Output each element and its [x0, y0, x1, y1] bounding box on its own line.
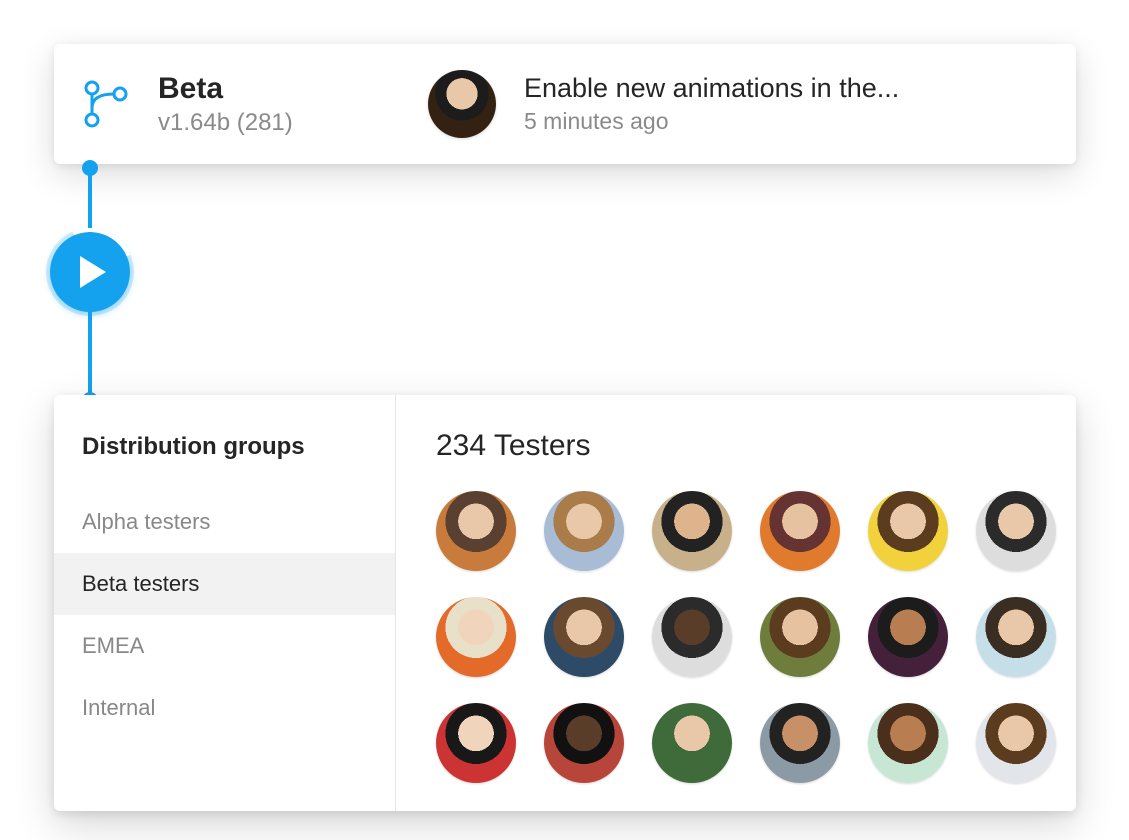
tester-avatar[interactable] — [760, 491, 840, 571]
tester-avatar[interactable] — [976, 491, 1056, 571]
tester-avatar[interactable] — [868, 491, 948, 571]
tester-avatar[interactable] — [976, 597, 1056, 677]
progress-ring-icon — [33, 215, 148, 330]
tester-avatar[interactable] — [652, 597, 732, 677]
tester-avatar[interactable] — [436, 597, 516, 677]
tester-avatar[interactable] — [868, 703, 948, 783]
release-name: Beta — [158, 72, 388, 105]
distribution-card: Distribution groups Alpha testersBeta te… — [54, 395, 1076, 811]
distribute-play-button[interactable] — [50, 232, 130, 312]
tester-avatar[interactable] — [436, 703, 516, 783]
group-item[interactable]: EMEA — [54, 615, 395, 677]
tester-avatar[interactable] — [544, 491, 624, 571]
distribution-sidebar: Distribution groups Alpha testersBeta te… — [54, 395, 396, 811]
distribution-main: 234 Testers — [396, 395, 1076, 811]
tester-avatar[interactable] — [436, 491, 516, 571]
group-item[interactable]: Internal — [54, 677, 395, 739]
release-card[interactable]: Beta v1.64b (281) Enable new animations … — [54, 44, 1076, 164]
testers-grid — [430, 491, 1042, 783]
group-item[interactable]: Beta testers — [54, 553, 395, 615]
tester-avatar[interactable] — [544, 703, 624, 783]
branch-icon — [78, 76, 134, 132]
tester-avatar[interactable] — [760, 597, 840, 677]
author-avatar[interactable] — [428, 70, 496, 138]
tester-avatar[interactable] — [652, 491, 732, 571]
tester-avatar[interactable] — [868, 597, 948, 677]
testers-heading: 234 Testers — [436, 429, 1042, 463]
tester-avatar[interactable] — [760, 703, 840, 783]
release-time: 5 minutes ago — [524, 108, 1052, 135]
tester-avatar[interactable] — [976, 703, 1056, 783]
release-version: v1.64b (281) — [158, 109, 388, 137]
tester-avatar[interactable] — [544, 597, 624, 677]
group-item[interactable]: Alpha testers — [54, 491, 395, 553]
release-description: Enable new animations in the... — [524, 73, 1052, 104]
tester-avatar[interactable] — [652, 703, 732, 783]
distribution-title: Distribution groups — [54, 421, 395, 491]
